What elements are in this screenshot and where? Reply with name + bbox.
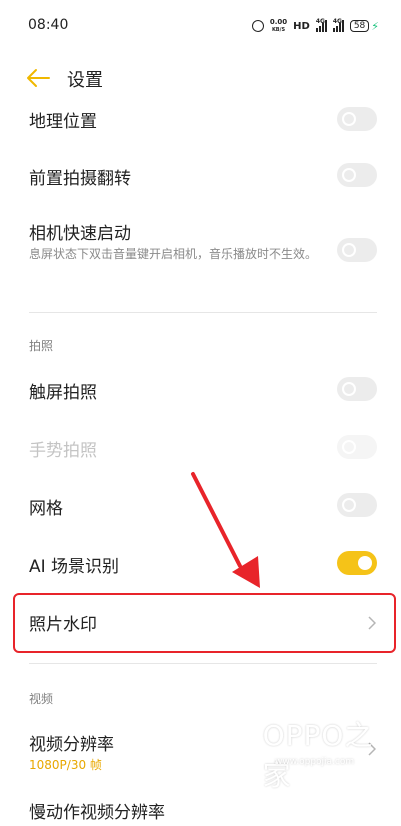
signal-1-type: 4G xyxy=(315,18,325,25)
setting-gesture-shoot-label: 手势拍照 xyxy=(29,441,97,461)
divider xyxy=(29,663,377,664)
net-speed-value: 0.00 xyxy=(269,17,288,26)
section-video-label: 视频 xyxy=(29,692,54,706)
signal-2-type: 4G xyxy=(332,18,342,25)
ai-scene-toggle[interactable] xyxy=(337,551,377,575)
divider xyxy=(29,312,377,313)
setting-touch-shoot[interactable]: 触屏拍照 xyxy=(0,374,401,406)
grid-toggle[interactable] xyxy=(337,493,377,517)
battery-level: 58 xyxy=(349,20,370,32)
back-arrow-icon[interactable] xyxy=(26,68,50,88)
section-photo-label: 拍照 xyxy=(29,339,54,353)
status-time: 08:40 xyxy=(28,17,69,33)
alarm-icon xyxy=(251,20,264,32)
quick-launch-toggle[interactable] xyxy=(337,238,377,262)
setting-slowmo-resolution-label: 慢动作视频分辨率 xyxy=(29,803,165,823)
setting-front-mirror-label: 前置拍摄翻转 xyxy=(29,169,131,189)
hd-label: HD xyxy=(293,20,310,32)
location-toggle[interactable] xyxy=(337,107,377,131)
setting-grid[interactable]: 网格 xyxy=(0,490,401,522)
signal-2-icon: 4G xyxy=(332,18,344,32)
net-speed: 0.00 KB/S xyxy=(269,17,288,34)
header: 设置 xyxy=(0,52,401,104)
setting-front-mirror[interactable]: 前置拍摄翻转 xyxy=(0,160,401,192)
setting-video-resolution-label: 视频分辨率 xyxy=(29,735,114,755)
setting-quick-launch[interactable]: 相机快速启动 息屏状态下双击音量键开启相机，音乐播放时不生效。 xyxy=(0,214,401,294)
setting-location[interactable]: 地理位置 xyxy=(0,104,401,134)
oppo-home-logo-icon xyxy=(216,727,254,781)
brand-watermark: OPPO之家 xyxy=(215,714,401,794)
setting-gesture-shoot: 手势拍照 xyxy=(0,432,401,464)
status-icons: 0.00 KB/S HD 4G 4G 58 ⚡ xyxy=(251,17,379,35)
highlight-box xyxy=(13,593,396,653)
setting-slowmo-resolution[interactable]: 慢动作视频分辨率 xyxy=(0,796,401,826)
setting-touch-shoot-label: 触屏拍照 xyxy=(29,383,97,403)
gesture-shoot-toggle xyxy=(337,435,377,459)
setting-location-label: 地理位置 xyxy=(29,112,97,132)
setting-ai-scene[interactable]: AI 场景识别 xyxy=(0,548,401,580)
signal-1-icon: 4G xyxy=(315,18,327,32)
charging-bolt-icon: ⚡ xyxy=(371,19,379,33)
setting-ai-scene-label: AI 场景识别 xyxy=(29,557,120,577)
setting-quick-launch-desc: 息屏状态下双击音量键开启相机，音乐播放时不生效。 xyxy=(29,247,318,261)
setting-quick-launch-label: 相机快速启动 xyxy=(29,224,131,244)
touch-shoot-toggle[interactable] xyxy=(337,377,377,401)
page-title: 设置 xyxy=(67,70,103,91)
status-bar: 08:40 0.00 KB/S HD 4G 4G 58 ⚡ xyxy=(0,0,401,52)
front-mirror-toggle[interactable] xyxy=(337,163,377,187)
battery-indicator: 58 ⚡ xyxy=(349,19,379,33)
net-speed-unit: KB/S xyxy=(271,26,286,33)
setting-grid-label: 网格 xyxy=(29,499,63,519)
video-resolution-value: 1080P/30 帧 xyxy=(29,758,102,772)
watermark-url: www.oppojia.com xyxy=(275,757,355,767)
watermark-brand-text: OPPO之家 xyxy=(262,719,374,792)
